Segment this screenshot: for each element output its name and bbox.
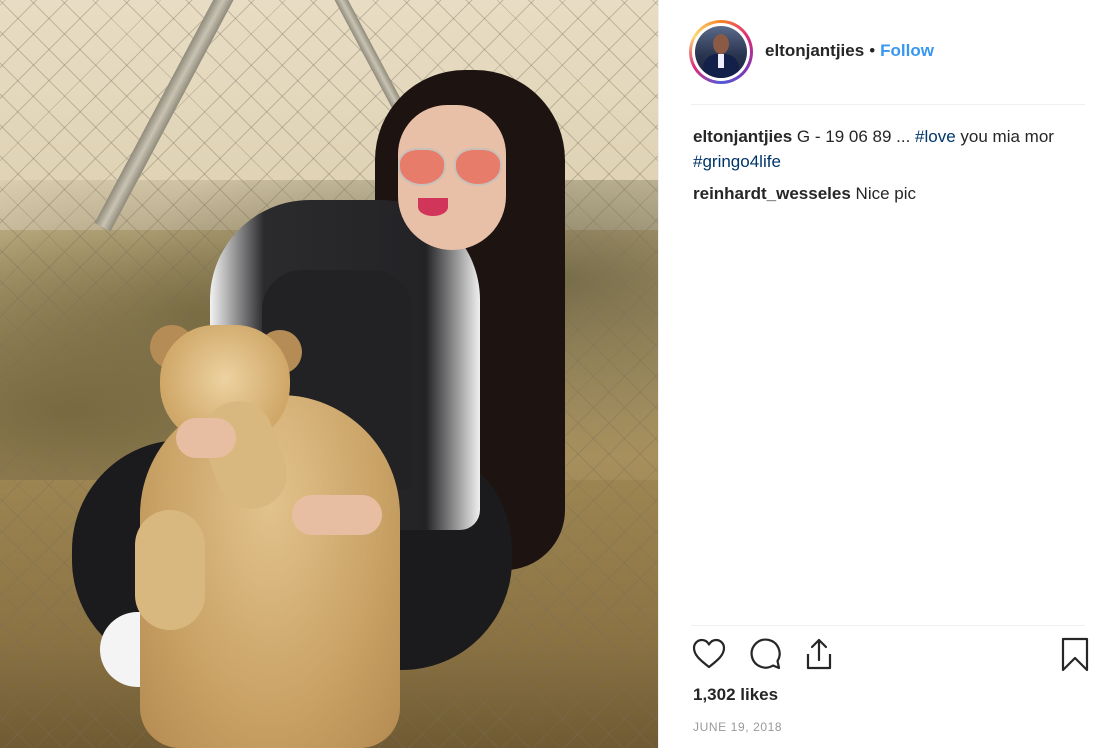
comment-item: reinhardt_wesseles Nice pic — [693, 181, 1093, 206]
action-bar — [691, 636, 1091, 676]
caption-text: you mia mor — [955, 127, 1054, 146]
post-side-panel: eltonjantjies • Follow eltonjantjies G -… — [658, 0, 1120, 748]
header-separator-dot: • — [869, 41, 876, 60]
post-header: eltonjantjies • Follow — [659, 0, 1120, 104]
header-username-link[interactable]: eltonjantjies — [765, 41, 864, 61]
avatar[interactable] — [692, 23, 750, 81]
caption-username-link[interactable]: eltonjantjies — [693, 127, 792, 146]
comment-bubble-icon[interactable] — [747, 636, 783, 672]
actions-divider — [691, 625, 1085, 626]
follow-button[interactable]: Follow — [880, 41, 934, 61]
likes-count[interactable]: 1,302 likes — [693, 685, 778, 705]
heart-icon[interactable] — [691, 636, 727, 672]
post-photo[interactable] — [0, 0, 658, 748]
caption: eltonjantjies G - 19 06 89 ... #love you… — [693, 124, 1093, 174]
share-upload-icon[interactable] — [801, 636, 837, 672]
photo-woman-lips — [418, 198, 448, 216]
photo-lion-cub-paw — [135, 510, 205, 630]
avatar-image — [695, 26, 747, 78]
photo-woman-hand — [292, 495, 382, 535]
post-date[interactable]: JUNE 19, 2018 — [693, 720, 782, 734]
hashtag-link[interactable]: #gringo4life — [693, 152, 781, 171]
comment-username-link[interactable]: reinhardt_wesseles — [693, 184, 851, 203]
comment-text: Nice pic — [855, 184, 917, 203]
comments-list: eltonjantjies G - 19 06 89 ... #love you… — [693, 124, 1093, 213]
caption-text: G - 19 06 89 ... — [796, 127, 916, 146]
photo-sunglasses — [396, 148, 506, 188]
story-ring[interactable] — [689, 20, 753, 84]
hashtag-link[interactable]: #love — [915, 127, 956, 146]
header-divider — [691, 104, 1085, 105]
photo-woman-hand — [176, 418, 236, 458]
bookmark-icon[interactable] — [1057, 636, 1093, 672]
